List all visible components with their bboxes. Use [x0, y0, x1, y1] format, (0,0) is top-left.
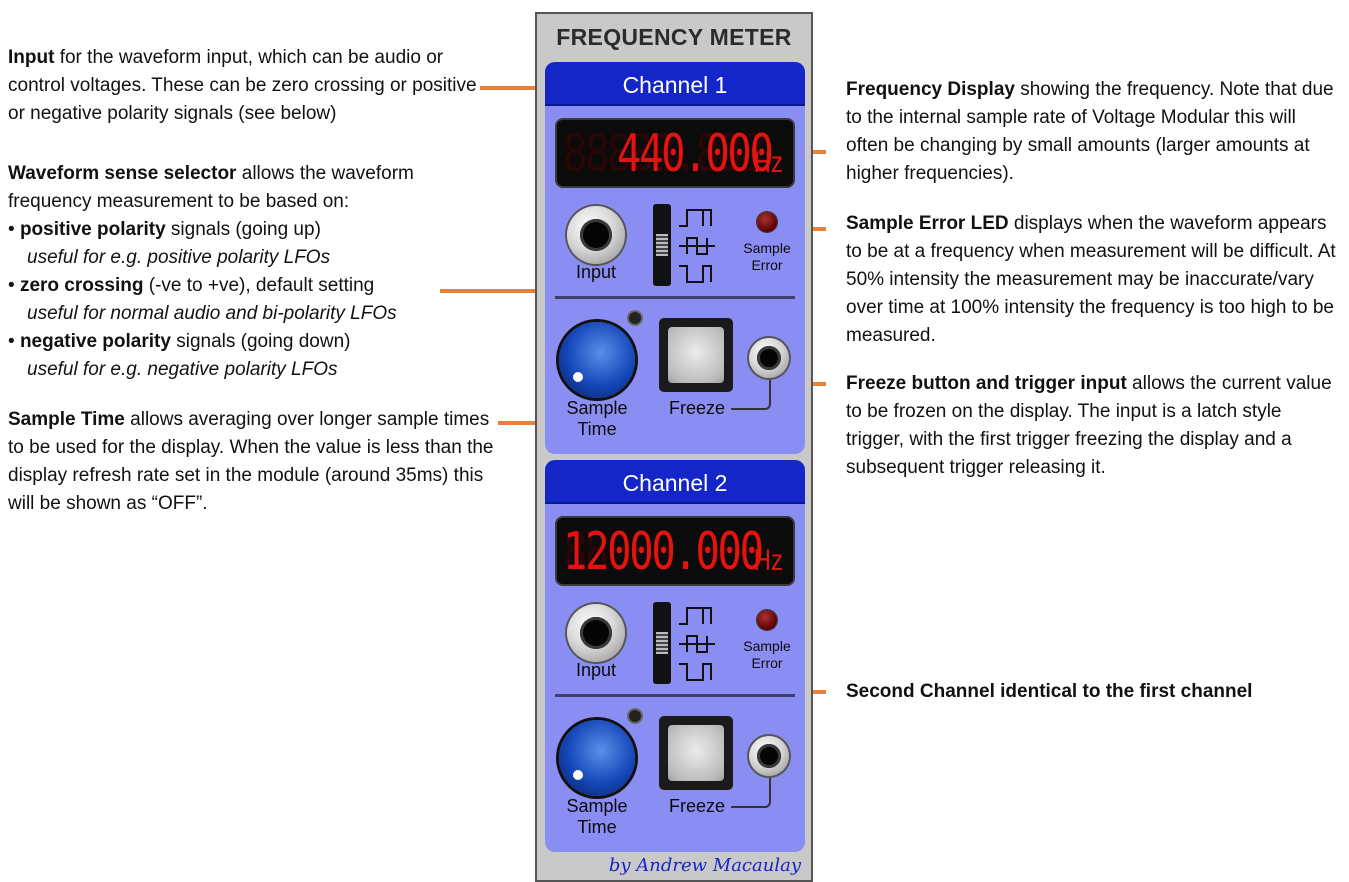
- positive-polarity-icon: [679, 607, 712, 625]
- channel-1-frequency-display: 88888.888 440.000 Hz: [555, 118, 795, 188]
- channel-2-sample-time-label-1: Sample: [566, 796, 628, 816]
- channel-2-sample-time-knob[interactable]: [559, 720, 635, 796]
- channel-2-input-jack[interactable]: [567, 604, 625, 662]
- bullet-negative: negative polarity signals (going down): [8, 328, 488, 356]
- channel-1-panel: Channel 1 88888.888 440.000 Hz Input Sam…: [545, 62, 805, 454]
- freeze-annotation: Freeze button and trigger input allows t…: [846, 370, 1336, 482]
- channel-1-sample-time-label-1: Sample: [566, 398, 628, 418]
- channel-1-sample-time-led: [629, 312, 641, 324]
- channel-2-freeze-button[interactable]: [659, 716, 733, 790]
- channel-2-panel: Channel 2 88888.888 12000.000 Hz Input S…: [545, 460, 805, 852]
- channel-2-sample-label: Sample: [743, 638, 791, 654]
- bullet-negative-text: signals (going down): [170, 331, 351, 352]
- channel-2-input-label: Input: [575, 660, 617, 680]
- channel-1-freeze-wire: [731, 380, 771, 410]
- channel-1-divider: [555, 296, 795, 299]
- channel-2-error-label: Error: [751, 655, 783, 671]
- bullet-zero-title: zero crossing: [19, 275, 144, 296]
- channel-2-freeze-label: Freeze: [668, 796, 726, 816]
- negative-polarity-icon: [679, 265, 712, 283]
- sample-time-annotation: Sample Time allows averaging over longer…: [8, 406, 498, 518]
- author-signature: by Andrew Macaulay: [608, 855, 801, 876]
- sample-error-annotation-title: Sample Error LED: [846, 213, 1009, 234]
- channel-1-sample-error-led: [757, 212, 777, 232]
- frequency-meter-module: FREQUENCY METER Channel 1 88888.888 440.…: [535, 12, 813, 882]
- negative-polarity-icon: [679, 663, 712, 681]
- waveform-annotation: Waveform sense selector allows the wavef…: [8, 160, 488, 384]
- channel-2-sample-time-led: [629, 710, 641, 722]
- module-title: FREQUENCY METER: [556, 24, 792, 50]
- channel-2-header: Channel 2: [545, 460, 805, 504]
- waveform-annotation-title: Waveform sense selector: [8, 163, 237, 184]
- channel-1-sample-label: Sample: [743, 240, 791, 256]
- sample-error-annotation: Sample Error LED displays when the wavef…: [846, 210, 1341, 350]
- channel-2-sample-time-label-2: Time: [577, 817, 617, 837]
- bullet-positive: positive polarity signals (going up): [8, 216, 488, 244]
- channel-1-waveform-sense-switch[interactable]: [653, 204, 671, 286]
- channel-1-freeze-button[interactable]: [659, 318, 733, 392]
- channel-2-divider: [555, 694, 795, 697]
- zero-crossing-icon: [679, 237, 715, 255]
- channel-2-freeze-wire: [731, 778, 771, 808]
- freeze-annotation-title: Freeze button and trigger input: [846, 373, 1127, 394]
- channel-1-sample-time-knob[interactable]: [559, 322, 635, 398]
- bullet-negative-title: negative polarity: [19, 331, 171, 352]
- input-annotation-text: for the waveform input, which can be aud…: [8, 47, 477, 124]
- bullet-negative-note: useful for e.g. negative polarity LFOs: [27, 359, 338, 380]
- bullet-zero-text: (-ve to +ve), default setting: [143, 275, 375, 296]
- channel-1-input-jack[interactable]: [567, 206, 625, 264]
- bullet-positive-note: useful for e.g. positive polarity LFOs: [27, 247, 331, 268]
- bullet-zero-note: useful for normal audio and bi-polarity …: [27, 303, 397, 324]
- channel-2-sample-error-led: [757, 610, 777, 630]
- bullet-positive-title: positive polarity: [19, 219, 166, 240]
- zero-crossing-icon: [679, 635, 715, 653]
- channel-1-sample-time-label-2: Time: [577, 419, 617, 439]
- bullet-zero: zero crossing (-ve to +ve), default sett…: [8, 272, 488, 300]
- channel-1-error-label: Error: [751, 257, 783, 273]
- input-annotation-title: Input: [8, 47, 55, 68]
- channel-2-waveform-sense-switch[interactable]: [653, 602, 671, 684]
- channel-2-frequency-display: 88888.888 12000.000 Hz: [555, 516, 795, 586]
- channel-2-display-digits: 12000.000: [563, 522, 764, 582]
- channel-2-freeze-trigger-jack[interactable]: [749, 736, 789, 776]
- channel-1-header: Channel 1: [545, 62, 805, 106]
- channel-2-waveform-icons: [679, 607, 715, 681]
- channel-1-input-label: Input: [575, 262, 617, 282]
- freq-display-annotation: Frequency Display showing the frequency.…: [846, 76, 1336, 188]
- channel-1-waveform-icons: [679, 209, 715, 283]
- bullet-positive-text: signals (going up): [165, 219, 321, 240]
- channel-2-display-unit: Hz: [753, 544, 784, 577]
- channel-1-display-digits: 440.000: [617, 124, 774, 184]
- positive-polarity-icon: [679, 209, 712, 227]
- second-channel-annotation-title: Second Channel identical to the first ch…: [846, 681, 1253, 702]
- second-channel-annotation: Second Channel identical to the first ch…: [846, 678, 1336, 706]
- input-annotation: Input for the waveform input, which can …: [8, 44, 493, 128]
- channel-1-display-unit: Hz: [753, 146, 784, 179]
- channel-1-freeze-label: Freeze: [668, 398, 726, 418]
- channel-1-freeze-trigger-jack[interactable]: [749, 338, 789, 378]
- sample-time-annotation-title: Sample Time: [8, 409, 125, 430]
- freq-display-annotation-title: Frequency Display: [846, 79, 1015, 100]
